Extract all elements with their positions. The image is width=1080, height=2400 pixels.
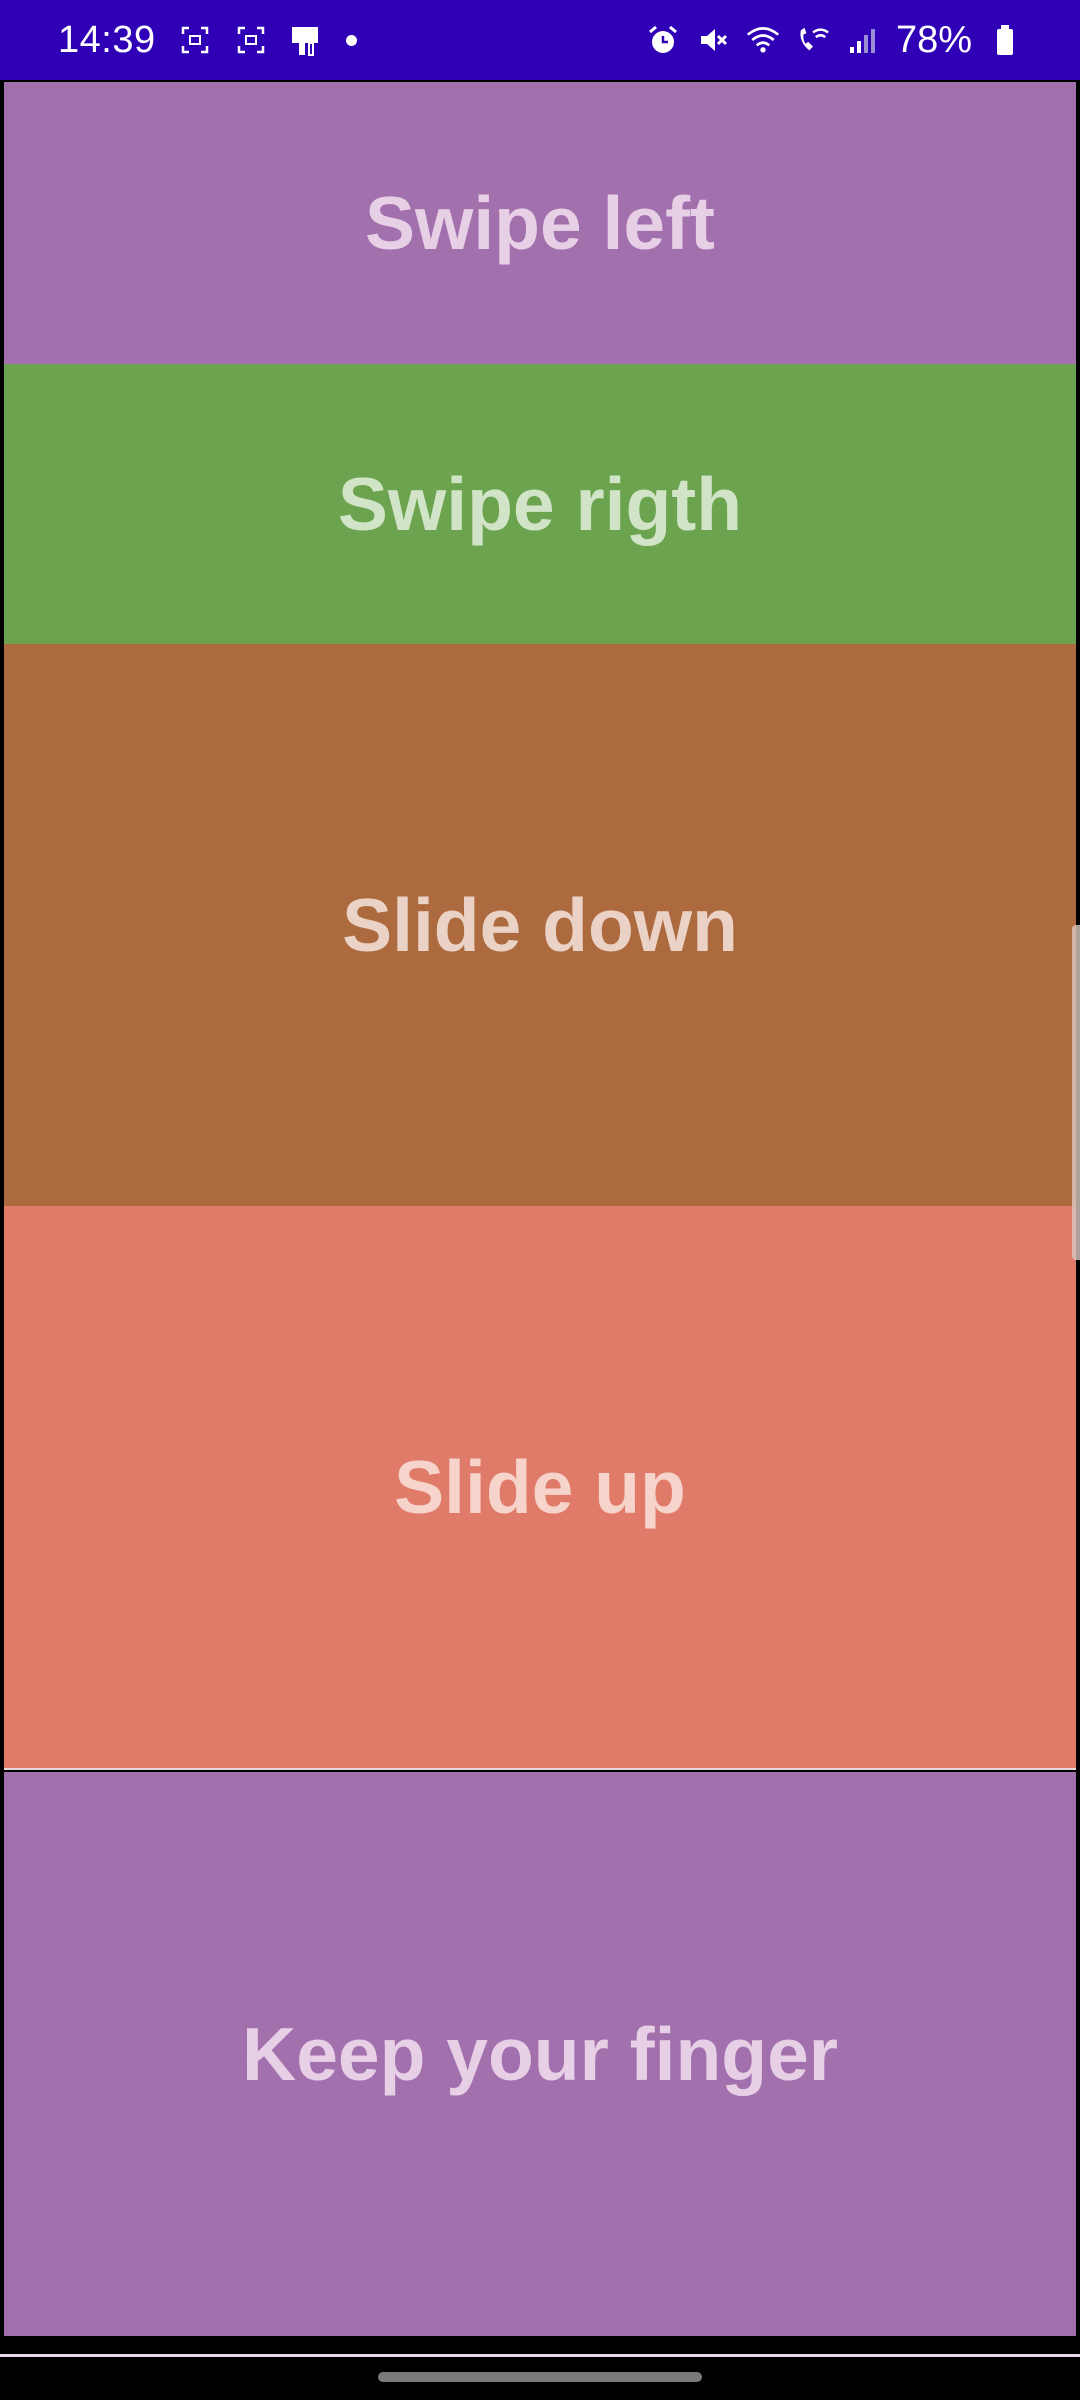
swipe-right-panel[interactable]: Swipe rigth [4,364,1076,644]
status-bar-left: 14:39 [58,19,646,62]
status-time: 14:39 [58,18,156,61]
swipe-left-label: Swipe left [364,181,716,265]
phone-screen: 14:39 78% Swipe left Swipe rigth Slide d… [0,0,1080,2400]
keep-finger-panel[interactable]: Keep your finger [4,1772,1076,2336]
wifi-icon [746,23,780,57]
swipe-left-panel[interactable]: Swipe left [4,82,1076,364]
home-gesture-handle[interactable] [378,2372,702,2382]
swipe-right-label: Swipe rigth [337,462,743,546]
slide-up-panel[interactable]: Slide up [4,1206,1076,1770]
slide-up-label: Slide up [394,1445,686,1529]
gesture-panels: Swipe left Swipe rigth Slide down Slide … [4,80,1076,2350]
status-bar-right: 78% [646,19,1022,62]
screenshot-icon [178,23,212,57]
status-bar: 14:39 78% [0,0,1080,80]
signal-icon [846,23,880,57]
wifi-calling-icon [796,23,830,57]
sim-card-icon [290,23,324,57]
screenshot-icon [234,23,268,57]
battery-icon [988,23,1022,57]
notification-dot-icon [345,34,357,46]
navigation-bar [0,2357,1080,2400]
slide-down-panel[interactable]: Slide down [4,644,1076,1206]
edge-panel-handle[interactable] [1072,925,1080,1260]
mute-icon [696,23,730,57]
alarm-icon [646,23,680,57]
slide-down-label: Slide down [342,883,738,967]
battery-percentage: 78% [895,18,972,61]
keep-finger-label: Keep your finger [242,2012,838,2096]
